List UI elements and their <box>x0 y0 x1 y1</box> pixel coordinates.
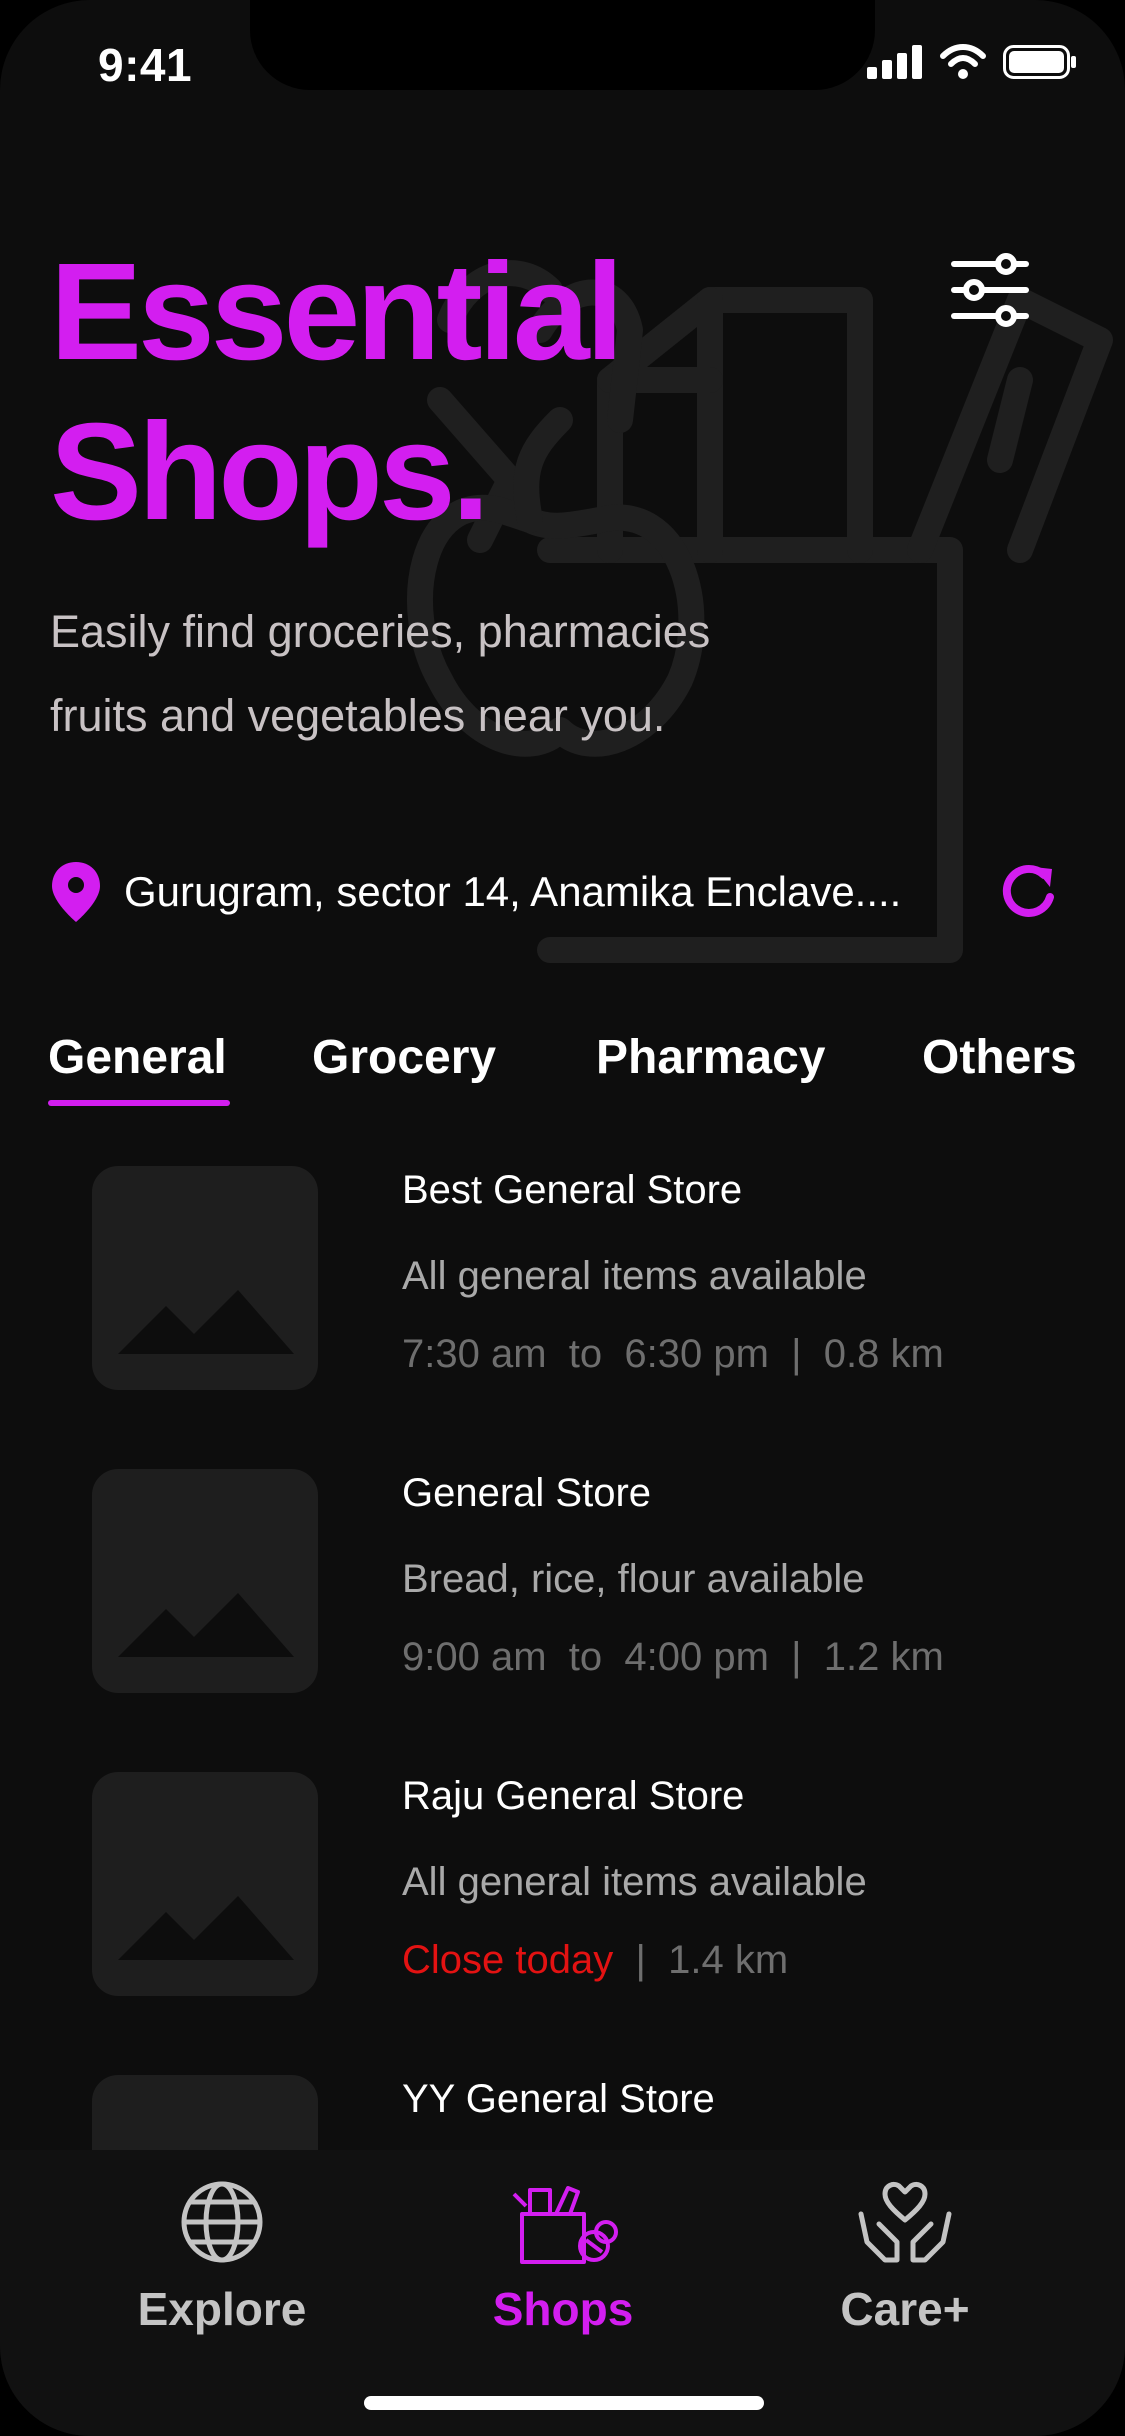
shop-name: General Store <box>402 1471 652 1515</box>
open-time: 7:30 am <box>402 1332 547 1376</box>
shop-item[interactable]: Raju General Store All general items ava… <box>0 1756 1125 2016</box>
shop-hours: 9:00 am to 4:00 pm | 1.2 km <box>402 1635 944 1680</box>
heart-hands-icon <box>858 2181 952 2263</box>
shop-description: All general items available <box>402 1860 867 1904</box>
active-tab-indicator <box>48 1100 230 1106</box>
nav-care[interactable]: Care+ <box>755 2180 1055 2336</box>
shop-thumbnail <box>92 1469 318 1693</box>
page-title: Essential Shops. <box>50 232 624 552</box>
shop-item[interactable]: General Store Bread, rice, flour availab… <box>0 1453 1125 1713</box>
image-placeholder-icon <box>118 1896 294 1960</box>
shop-hours: Close today | 1.4 km <box>402 1938 788 1983</box>
cellular-signal-icon <box>867 45 922 79</box>
app-screen: 9:41 Essential Shops. Easily find grocer… <box>0 0 1125 2436</box>
shop-thumbnail <box>92 1166 318 1390</box>
image-placeholder-icon <box>118 1593 294 1657</box>
separator: | <box>791 1635 802 1679</box>
nav-explore[interactable]: Explore <box>72 2180 372 2336</box>
shop-hours: 7:30 am to 6:30 pm | 0.8 km <box>402 1332 944 1377</box>
shop-thumbnail <box>92 1772 318 1996</box>
tab-pharmacy[interactable]: Pharmacy <box>596 1030 825 1085</box>
close-time: 4:00 pm <box>624 1635 769 1679</box>
shop-thumbnail <box>92 2075 318 2150</box>
tab-general[interactable]: General <box>48 1030 227 1085</box>
subtitle-line2: fruits and vegetables near you. <box>50 690 666 741</box>
wifi-icon <box>940 44 986 79</box>
shop-distance: 1.2 km <box>823 1635 944 1679</box>
battery-icon <box>1003 45 1076 79</box>
open-time: 9:00 am <box>402 1635 547 1679</box>
status-icons <box>867 44 1077 80</box>
page-subtitle: Easily find groceries, pharmacies fruits… <box>50 590 830 758</box>
closed-status: Close today <box>402 1938 614 1982</box>
shop-list: Best General Store All general items ava… <box>0 1150 1125 2150</box>
globe-icon <box>181 2181 263 2263</box>
nav-explore-label: Explore <box>137 2283 307 2335</box>
image-placeholder-icon <box>118 1290 294 1354</box>
shop-description: Bread, rice, flour available <box>402 1557 865 1601</box>
tab-grocery[interactable]: Grocery <box>312 1030 496 1085</box>
shop-name: Raju General Store <box>402 1774 745 1818</box>
shop-name: YY General Store <box>402 2077 715 2121</box>
separator: | <box>635 1938 646 1982</box>
shop-distance: 1.4 km <box>668 1938 789 1982</box>
status-time: 9:41 <box>98 39 193 91</box>
shop-item[interactable]: YY General Store <box>0 2059 1125 2150</box>
category-tabs: General Grocery Pharmacy Others <box>0 1030 1125 1110</box>
location-bar[interactable]: Gurugram, sector 14, Anamika Enclave.... <box>50 862 1060 922</box>
shop-description: All general items available <box>402 1254 867 1298</box>
filter-sliders-icon[interactable] <box>950 250 1030 330</box>
separator: | <box>791 1332 802 1376</box>
nav-care-label: Care+ <box>840 2283 970 2335</box>
nav-shops[interactable]: Shops <box>413 2180 713 2336</box>
location-pin-icon <box>52 862 100 922</box>
shop-item[interactable]: Best General Store All general items ava… <box>0 1150 1125 1410</box>
shopping-bag-icon <box>512 2186 618 2264</box>
nav-shops-label: Shops <box>492 2283 634 2335</box>
shop-distance: 0.8 km <box>823 1332 944 1376</box>
device-notch <box>250 0 875 90</box>
to-label: to <box>568 1332 603 1376</box>
subtitle-line1: Easily find groceries, pharmacies <box>50 606 711 657</box>
tab-others[interactable]: Others <box>922 1030 1077 1085</box>
close-time: 6:30 pm <box>624 1332 769 1376</box>
page-title-line1: Essential <box>50 235 624 389</box>
to-label: to <box>568 1635 603 1679</box>
location-address: Gurugram, sector 14, Anamika Enclave.... <box>124 868 902 915</box>
home-indicator <box>364 2396 764 2410</box>
page-title-line2: Shops. <box>50 395 490 549</box>
refresh-icon[interactable] <box>998 861 1060 923</box>
bottom-nav: Explore Shops Care+ <box>0 2150 1125 2436</box>
shop-name: Best General Store <box>402 1168 743 1212</box>
